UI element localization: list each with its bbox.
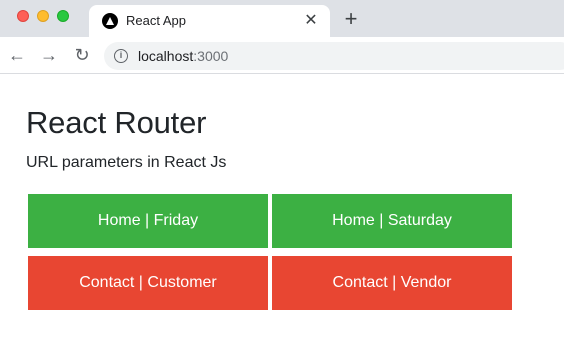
site-info-icon[interactable]: i (114, 49, 128, 63)
page-title: React Router (26, 105, 207, 140)
reload-icon[interactable]: ↻ (72, 45, 92, 65)
page-subtitle: URL parameters in React Js (26, 154, 227, 171)
home-saturday-button[interactable]: Home | Saturday (272, 194, 512, 248)
home-friday-button[interactable]: Home | Friday (28, 194, 268, 248)
contact-vendor-button[interactable]: Contact | Vendor (272, 256, 512, 310)
browser-tab[interactable]: React App ✕ (89, 5, 330, 37)
url-port: :3000 (193, 48, 229, 64)
browser-titlebar: React App ✕ + (0, 0, 564, 37)
back-arrow-icon[interactable]: ← (7, 45, 27, 65)
tab-title: React App (126, 13, 186, 28)
window-close-button[interactable] (17, 10, 29, 22)
window-minimize-button[interactable] (37, 10, 49, 22)
url-host: localhost (138, 48, 194, 64)
url-text[interactable]: localhost:3000 (138, 48, 228, 64)
browser-toolbar: ← → ↻ i localhost:3000 (0, 37, 564, 74)
close-icon[interactable]: ✕ (302, 12, 320, 30)
forward-arrow-icon[interactable]: → (39, 45, 59, 65)
window-maximize-button[interactable] (57, 10, 69, 22)
react-app-favicon-icon (102, 13, 118, 29)
new-tab-button[interactable]: + (340, 8, 362, 31)
page-content: React Router URL parameters in React Js … (0, 75, 564, 348)
address-bar[interactable]: i localhost:3000 (104, 42, 564, 70)
contact-customer-button[interactable]: Contact | Customer (28, 256, 268, 310)
